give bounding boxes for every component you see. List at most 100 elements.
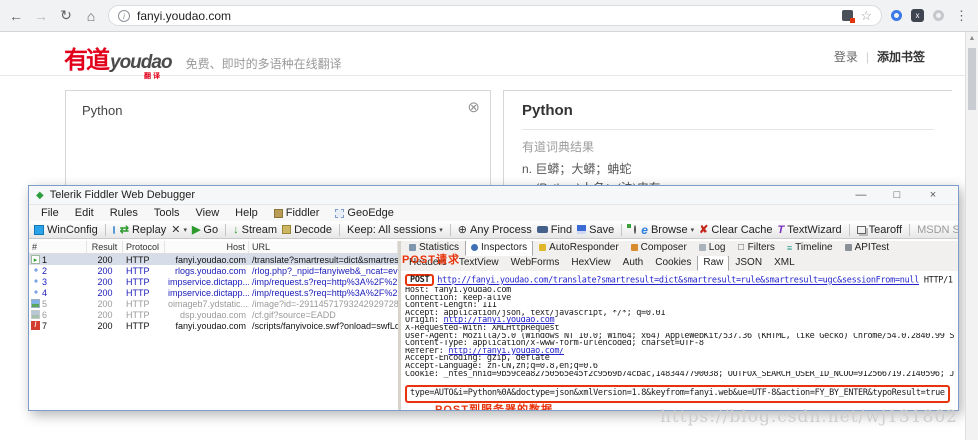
raw-header-line: X-Requested-With: XMLHttpRequest bbox=[405, 324, 560, 333]
raw-header-line: Content-Length: 111 bbox=[405, 302, 497, 310]
browser-menu-icon[interactable]: ⋮ bbox=[953, 8, 970, 24]
session-row-1[interactable]: ▸ 1 200 HTTP fanyi.youdao.com /translate?… bbox=[29, 254, 398, 265]
decode-button[interactable]: Decode bbox=[282, 224, 332, 236]
menu-file[interactable]: File bbox=[33, 207, 67, 219]
session-icon-result: ▸ bbox=[31, 255, 40, 264]
session-row-4[interactable]: ‹› 4 200 HTTP impservice.dictapp.... /imp… bbox=[29, 287, 398, 298]
menu-fiddler[interactable]: Fiddler bbox=[286, 207, 328, 219]
tab-webforms[interactable]: WebForms bbox=[505, 256, 566, 271]
comment-icon[interactable] bbox=[112, 225, 115, 234]
tab-cookies[interactable]: Cookies bbox=[649, 256, 697, 271]
menu-edit[interactable]: Edit bbox=[67, 207, 102, 219]
fiddler-titlebar[interactable]: ◆ Telerik Fiddler Web Debugger — □ × bbox=[29, 186, 958, 205]
clear-cache-button[interactable]: ✘ Clear Cache bbox=[699, 223, 772, 237]
menu-rules[interactable]: Rules bbox=[102, 207, 146, 219]
extension-square-icon[interactable]: x bbox=[911, 9, 924, 22]
tab-textview[interactable]: TextView bbox=[453, 256, 505, 271]
stream-button[interactable]: ↓ Stream bbox=[233, 224, 277, 236]
tab-json[interactable]: JSON bbox=[729, 256, 768, 271]
result-divider bbox=[522, 129, 934, 130]
textwizard-icon: T bbox=[777, 223, 785, 236]
textwizard-button[interactable]: T TextWizard bbox=[778, 224, 842, 236]
menu-geoedge[interactable]: GeoEdge bbox=[347, 207, 401, 219]
session-row-7[interactable]: /7 200 HTTP fanyi.youdao.com /scripts/fa… bbox=[29, 320, 398, 331]
tearoff-button[interactable]: Tearoff bbox=[856, 224, 902, 236]
remove-sessions-button[interactable]: ✕ ▾ bbox=[171, 223, 187, 236]
save-button[interactable]: Save bbox=[577, 224, 614, 236]
scrollbar-thumb[interactable] bbox=[968, 48, 976, 110]
winconfig-button[interactable]: WinConfig bbox=[34, 224, 98, 236]
address-bar[interactable]: i fanyi.youdao.com ☆ bbox=[108, 5, 882, 26]
menu-help[interactable]: Help bbox=[227, 207, 266, 219]
extension-badge-icon[interactable] bbox=[842, 10, 856, 23]
col-num[interactable]: # bbox=[29, 241, 87, 253]
request-url-link[interactable]: http://fanyi.youdao.com/translate?smartr… bbox=[437, 276, 919, 286]
session-row-3[interactable]: ‹› 3 200 HTTP impservice.dictapp.... /imp… bbox=[29, 276, 398, 287]
menu-tools[interactable]: Tools bbox=[146, 207, 188, 219]
back-icon[interactable]: ← bbox=[8, 8, 24, 24]
translate-input-text[interactable]: Python bbox=[66, 91, 490, 130]
col-host[interactable]: Host bbox=[165, 241, 249, 253]
site-header: 有道 youdao 翻 译 免费、即时的多语种在线翻译 登录 | 添加书签 bbox=[0, 32, 965, 80]
tab-apitest[interactable]: APITest bbox=[839, 241, 895, 256]
session-icon-script: ‹› bbox=[34, 267, 38, 274]
any-process-button[interactable]: ⊕ Any Process bbox=[458, 223, 532, 237]
home-icon[interactable]: ⌂ bbox=[83, 8, 99, 24]
tab-filters[interactable]: ☐ Filters bbox=[731, 241, 780, 256]
find-button[interactable]: Find bbox=[536, 224, 572, 236]
reload-icon[interactable]: ↻ bbox=[58, 7, 74, 24]
tab-log[interactable]: Log bbox=[693, 241, 732, 256]
clear-input-icon[interactable]: ⊗ bbox=[467, 98, 480, 116]
close-button[interactable]: × bbox=[915, 189, 951, 201]
raw-header-line: Connection: keep-alive bbox=[405, 294, 511, 303]
raw-request-view[interactable]: POST http://fanyi.youdao.com/translate?sm… bbox=[401, 271, 958, 410]
keep-sessions-dropdown[interactable]: Keep: All sessions ▾ bbox=[347, 224, 443, 236]
replay-button[interactable]: ⇄ Replay bbox=[120, 223, 166, 237]
session-row-2[interactable]: ‹› 2 200 HTTP rlogs.youdao.com /rlog.php?… bbox=[29, 265, 398, 276]
tab-inspectors[interactable]: Inspectors bbox=[465, 241, 534, 256]
msdn-search-box[interactable]: MSDN Search... bbox=[917, 224, 958, 236]
extension-disabled-icon[interactable] bbox=[933, 10, 944, 21]
timer-icon[interactable] bbox=[634, 225, 637, 234]
col-protocol[interactable]: Protocol bbox=[123, 241, 165, 253]
col-url[interactable]: URL bbox=[249, 241, 398, 253]
raw-header-line: Cookie: _ntes_nnid=9b59cea82750565e45f2c… bbox=[405, 370, 954, 379]
session-row-5[interactable]: 5 200 HTTP oimageb7.ydstatic.... /image?… bbox=[29, 298, 398, 309]
inspector-panel: Statistics Inspectors AutoResponder Comp… bbox=[401, 241, 958, 410]
login-link[interactable]: 登录 bbox=[834, 48, 858, 65]
origin-link[interactable]: http://fanyi.youdao.com bbox=[444, 317, 555, 325]
minimize-button[interactable]: — bbox=[843, 189, 879, 201]
extension-ring-icon[interactable] bbox=[891, 10, 902, 21]
session-row-6[interactable]: 6 200 HTTP dsp.youdao.com /cf.gif?source… bbox=[29, 309, 398, 320]
session-list-header[interactable]: # Result Protocol Host URL bbox=[29, 241, 398, 254]
bookmark-star-icon[interactable]: ☆ bbox=[860, 8, 872, 24]
compose-icon bbox=[630, 244, 638, 251]
youdao-logo[interactable]: 有道 youdao 翻 译 免费、即时的多语种在线翻译 bbox=[64, 40, 342, 80]
tab-raw[interactable]: Raw bbox=[697, 256, 730, 271]
tab-hexview[interactable]: HexView bbox=[565, 256, 616, 271]
tab-composer[interactable]: Composer bbox=[625, 241, 693, 256]
tearoff-icon bbox=[856, 225, 866, 234]
result-title: Python bbox=[522, 102, 573, 119]
page-scrollbar[interactable]: ▲ bbox=[965, 32, 978, 440]
referer-link[interactable]: http://fanyi.youdao.com/ bbox=[448, 348, 564, 356]
session-list: # Result Protocol Host URL ▸ 1 200 HTTP f… bbox=[29, 241, 401, 410]
menu-view[interactable]: View bbox=[188, 207, 228, 219]
ie-icon: e bbox=[641, 222, 648, 237]
url-text[interactable]: fanyi.youdao.com bbox=[137, 9, 835, 23]
stream-icon: ↓ bbox=[233, 223, 239, 236]
page-info-icon[interactable]: i bbox=[118, 9, 130, 22]
tab-auth[interactable]: Auth bbox=[617, 256, 650, 271]
tab-xml[interactable]: XML bbox=[768, 256, 801, 271]
tab-autoresponder[interactable]: AutoResponder bbox=[533, 241, 625, 256]
raw-header-line: Host: fanyi.youdao.com bbox=[405, 287, 511, 295]
add-bookmark-link[interactable]: 添加书签 bbox=[877, 48, 925, 65]
col-result[interactable]: Result bbox=[87, 241, 123, 253]
scrollbar-up-icon[interactable]: ▲ bbox=[966, 32, 978, 46]
fiddler-grid-icon bbox=[273, 208, 283, 218]
maximize-button[interactable]: □ bbox=[879, 189, 915, 201]
forward-icon[interactable]: → bbox=[33, 8, 49, 24]
tab-timeline[interactable]: ≡ Timeline bbox=[781, 241, 839, 256]
go-button[interactable]: ▶ Go bbox=[192, 223, 218, 237]
browse-button[interactable]: e Browse ▾ bbox=[641, 223, 694, 237]
